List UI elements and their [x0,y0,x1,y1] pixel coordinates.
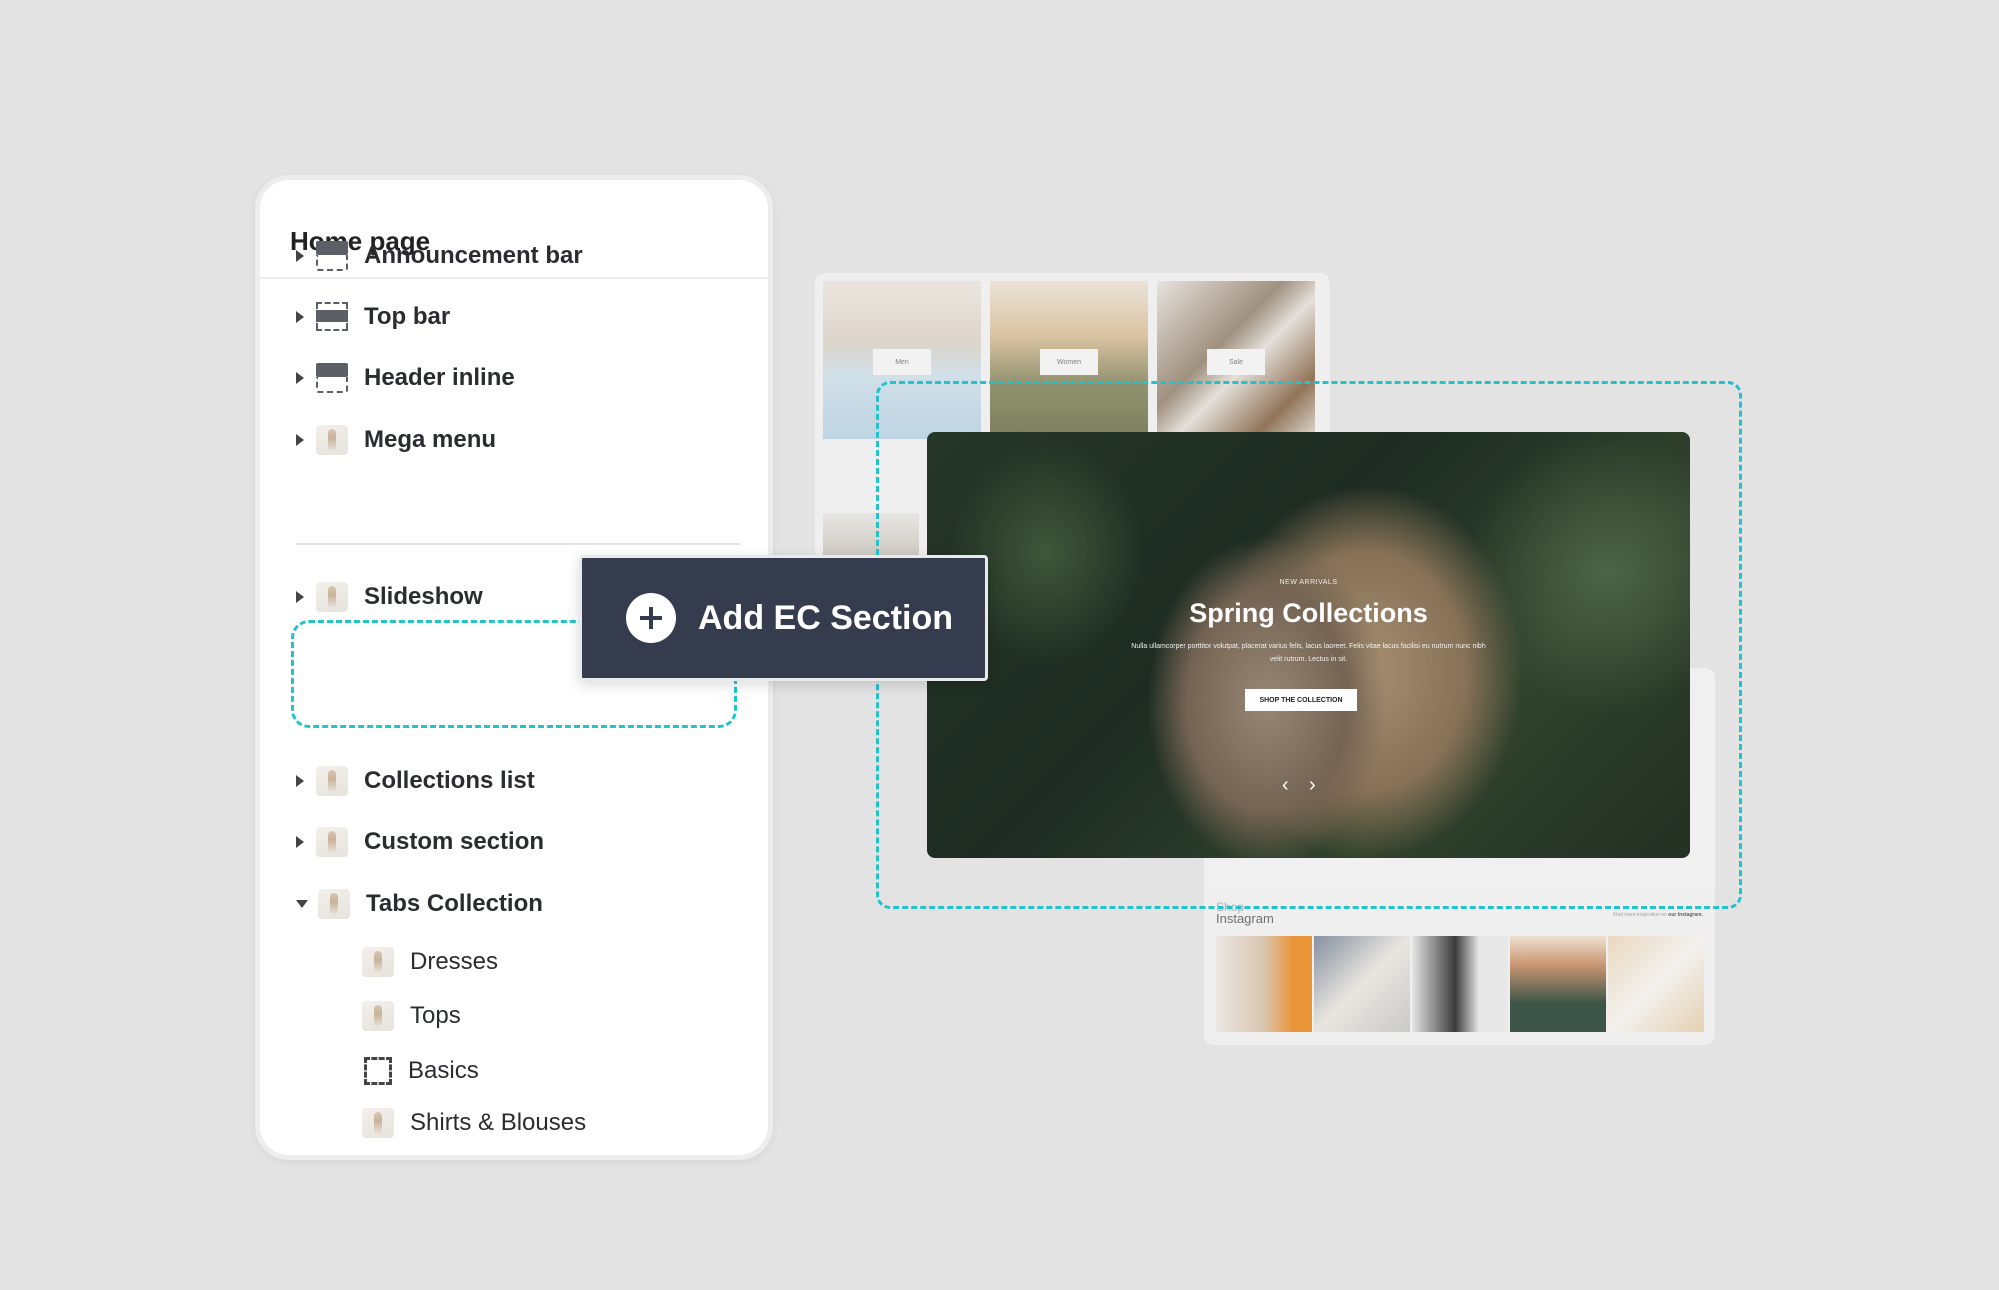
block-label: Dresses [410,948,499,975]
instagram-tile [1510,936,1606,1032]
caret-right-icon[interactable] [296,775,304,787]
block-dresses[interactable]: Dresses [362,942,498,982]
thumbnail-icon [362,1001,394,1031]
caret-right-icon[interactable] [296,250,304,262]
caret-right-icon[interactable] [296,434,304,446]
instagram-tile [1314,936,1410,1032]
thumbnail-icon [316,766,348,796]
category-tile-men: Men [823,281,981,439]
section-label: Tabs Collection [366,890,543,917]
thumbnail-icon [316,827,348,857]
thumbnail-icon [318,889,350,919]
divider [260,277,768,279]
instagram-note: Find more inspiration on our Instagram. [1613,912,1703,918]
section-label: Mega menu [364,426,497,453]
block-tops[interactable]: Tops [362,996,461,1036]
instagram-tile [1216,936,1312,1032]
category-tile-sale: Sale [1157,281,1315,439]
chevron-left-icon[interactable]: ‹ [1282,774,1289,797]
layout-top-bar-icon [316,241,348,271]
section-slideshow[interactable]: Slideshow [296,577,483,617]
thumbnail-icon [362,947,394,977]
plus-circle-icon [626,593,676,643]
category-tile-women: Women [990,281,1148,439]
caret-right-icon[interactable] [296,591,304,603]
add-ec-section-button[interactable]: Add EC Section [579,555,988,681]
section-top-bar[interactable]: Top bar [296,297,450,337]
shop-collection-button[interactable]: SHOP THE COLLECTION [1245,689,1357,711]
add-ec-section-label: Add EC Section [698,598,954,637]
section-label: Header inline [364,364,515,391]
caret-right-icon[interactable] [296,311,304,323]
section-label: Custom section [364,828,545,855]
block-label: Basics [408,1057,479,1084]
block-label: Shirts & Blouses [410,1109,587,1136]
block-basics[interactable]: Basics [364,1051,479,1091]
instagram-title: Instagram [1216,911,1274,926]
block-label: Tops [410,1002,461,1029]
hero-title: Spring Collections [1189,598,1428,628]
section-mega-menu[interactable]: Mega menu [296,420,496,460]
hero-body: Nulla ullamcorper porttitor volutpat, pl… [1131,643,1486,663]
slideshow-hero[interactable]: NEW ARRIVALS Spring Collections Nulla ul… [927,432,1690,858]
section-tabs-collection[interactable]: Tabs Collection [296,884,543,924]
thumbnail-icon [362,1108,394,1138]
section-custom-section[interactable]: Custom section [296,822,544,862]
caret-right-icon[interactable] [296,372,304,384]
section-label: Announcement bar [364,242,583,269]
section-header-inline[interactable]: Header inline [296,358,515,398]
layout-top-bar-icon [316,363,348,393]
section-announcement-bar[interactable]: Announcement bar [296,236,583,276]
thumbnail-icon [316,582,348,612]
instagram-tile [1608,936,1704,1032]
instagram-link[interactable]: our Instagram. [1668,912,1703,918]
thumbnail-icon [316,425,348,455]
instagram-tile [1412,936,1508,1032]
section-collections-list[interactable]: Collections list [296,761,535,801]
block-shirts-blouses[interactable]: Shirts & Blouses [362,1103,586,1143]
section-label: Collections list [364,767,535,794]
layout-middle-bar-icon [316,302,348,332]
caret-down-icon[interactable] [296,900,308,908]
section-label: Slideshow [364,583,483,610]
placeholder-frame-icon [364,1057,392,1085]
divider [296,543,740,545]
category-label: Women [1040,349,1098,375]
category-label: Sale [1207,349,1265,375]
chevron-right-icon[interactable]: › [1309,774,1316,797]
section-label: Top bar [364,303,451,330]
category-label: Men [873,349,931,375]
caret-right-icon[interactable] [296,836,304,848]
hero-kicker: NEW ARRIVALS [1279,579,1338,586]
